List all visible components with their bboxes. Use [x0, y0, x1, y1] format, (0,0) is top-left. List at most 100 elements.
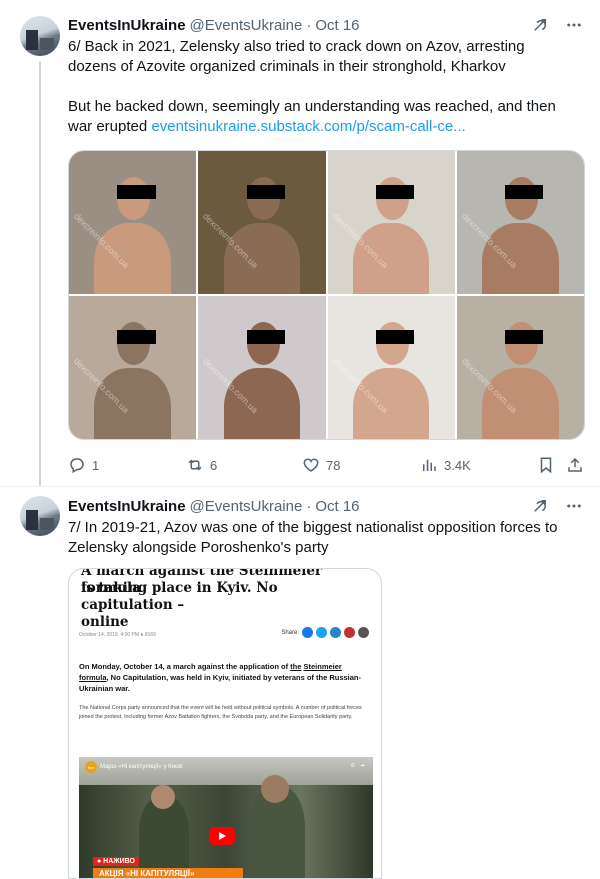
tweet-date[interactable]: Oct 16	[315, 17, 359, 34]
tweet-1[interactable]: EventsInUkraine @EventsUkraine · Oct 16 …	[0, 0, 600, 486]
grid-photo[interactable]: dexcreinfo.com.ua	[69, 151, 197, 294]
views-button[interactable]: 3.4K	[420, 456, 471, 474]
more-options-icon[interactable]	[564, 15, 584, 35]
photo-figure	[94, 222, 171, 294]
face-censor-bar	[246, 330, 285, 345]
article-title: is taking place in Kyiv. No capitulation…	[81, 580, 371, 631]
article-lead-text: On Monday, October 14, a march against t…	[79, 662, 291, 671]
tweet-text-line: dozens of Azovite organized criminals in…	[68, 58, 506, 75]
face-censor-bar	[505, 330, 544, 345]
tweet-text-line: 7/ In 2019-21, Azov was one of the bigge…	[68, 519, 558, 536]
header-separator: ·	[306, 16, 312, 34]
video-title: hro Марш «Ні капітуляції» у Києві	[85, 761, 183, 773]
grid-photo[interactable]: dexcreinfo.com.ua	[327, 296, 455, 439]
article-screenshot[interactable]: A march against the Steinmeier formula i…	[68, 568, 382, 879]
live-banner: АКЦІЯ «НІ КАПІТУЛЯЦІЇ»	[93, 868, 243, 878]
author-handle[interactable]: @EventsUkraine	[190, 498, 303, 515]
article-body: The National Corps party announced that …	[79, 705, 362, 720]
video-person	[139, 797, 189, 878]
grid-photo[interactable]: dexcreinfo.com.ua	[198, 296, 326, 439]
tweet-actions: 1 6 78 3.4K	[68, 455, 590, 475]
grid-photo[interactable]: dexcreinfo.com.ua	[456, 151, 584, 294]
more-options-icon[interactable]	[564, 496, 584, 516]
grid-photo[interactable]: dexcreinfo.com.ua	[456, 296, 584, 439]
author-avatar[interactable]	[20, 16, 60, 56]
video-person	[261, 775, 289, 803]
tweet-header: EventsInUkraine @EventsUkraine · Oct 16	[68, 496, 360, 516]
clock-icon: ⏱	[350, 763, 355, 769]
face-censor-bar	[117, 330, 156, 345]
tweet-text-line: But he backed down, seemingly an underst…	[68, 98, 556, 115]
reply-button[interactable]: 1	[68, 456, 99, 474]
like-button[interactable]: 78	[302, 456, 340, 474]
photo-figure	[482, 367, 559, 439]
repost-icon	[188, 459, 202, 471]
author-avatar[interactable]	[20, 496, 60, 536]
heart-icon	[303, 458, 319, 472]
photo-figure	[352, 222, 430, 294]
tweet-date[interactable]: Oct 16	[315, 498, 359, 515]
tweet-text-line: 6/ Back in 2021, Zelensky also tried to …	[68, 38, 525, 55]
live-tag: ● НАЖИВО	[93, 857, 139, 866]
tweet-text-line: Zelensky alongside Poroshenko's party	[68, 539, 329, 556]
embedded-video: hro Марш «Ні капітуляції» у Києві ⏱ ➦ ● …	[79, 757, 373, 878]
tweet-text-line: war erupted eventsinukraine.substack.com…	[68, 117, 568, 137]
tweet-header-icons	[530, 496, 584, 516]
share-button[interactable]	[566, 456, 584, 474]
reply-icon	[70, 458, 84, 474]
telegram-icon	[330, 627, 341, 638]
article-link[interactable]: eventsinukraine.substack.com/p/scam-call…	[151, 118, 465, 135]
photo-grid[interactable]: dexcreinfo.com.ua dexcreinfo.com.ua dexcre…	[68, 150, 585, 440]
author-name[interactable]: EventsInUkraine	[68, 498, 186, 515]
copy-link-icon	[358, 627, 369, 638]
article-meta: October 14, 2019, 4:00 PM ● 8169	[79, 632, 156, 638]
twitter-icon	[316, 627, 327, 638]
header-separator: ·	[306, 497, 312, 515]
article-share: Share:	[281, 627, 369, 638]
analytics-icon	[423, 459, 436, 471]
views-count: 3.4K	[444, 457, 471, 473]
video-controls: ⏱ ➦	[351, 763, 365, 769]
bookmark-button[interactable]	[537, 456, 555, 474]
photo-figure	[482, 222, 559, 294]
face-censor-bar	[375, 330, 415, 345]
repost-count: 6	[210, 457, 218, 473]
face-censor-bar	[375, 185, 415, 200]
face-censor-bar	[117, 185, 156, 200]
facebook-icon	[302, 627, 313, 638]
share-arrow-icon: ➦	[360, 763, 365, 769]
article-title-line: is taking place in Kyiv. No capitulation…	[81, 580, 278, 613]
channel-logo: hro	[85, 761, 97, 773]
bookmark-icon	[540, 457, 552, 474]
tweet-text: 7/ In 2019-21, Azov was one of the bigge…	[68, 518, 568, 558]
photo-figure	[352, 367, 430, 439]
grid-photo[interactable]: dexcreinfo.com.ua	[327, 151, 455, 294]
share-label: Share:	[281, 629, 299, 636]
photo-figure	[223, 367, 301, 439]
tweet-header-icons	[530, 15, 584, 35]
reply-count: 1	[92, 457, 100, 473]
video-person	[151, 785, 175, 809]
author-handle[interactable]: @EventsUkraine	[190, 17, 303, 34]
face-censor-bar	[246, 185, 285, 200]
grok-icon[interactable]	[530, 496, 550, 516]
video-title-text: Марш «Ні капітуляції» у Києві	[100, 764, 183, 770]
tweet-header: EventsInUkraine @EventsUkraine · Oct 16	[68, 15, 360, 35]
author-name[interactable]: EventsInUkraine	[68, 17, 186, 34]
photo-figure	[223, 222, 301, 294]
grid-photo[interactable]: dexcreinfo.com.ua	[69, 296, 197, 439]
article-lead-link: the	[290, 662, 302, 671]
tweet-text: 6/ Back in 2021, Zelensky also tried to …	[68, 37, 568, 137]
play-button[interactable]	[209, 827, 235, 845]
email-icon	[344, 627, 355, 638]
article-lead-text: , No Capitulation, was held in Kyiv, ini…	[79, 673, 362, 693]
like-count: 78	[326, 457, 341, 473]
tweet-text-span: war erupted	[68, 118, 152, 135]
grok-icon[interactable]	[530, 15, 550, 35]
repost-button[interactable]: 6	[186, 456, 217, 474]
grid-photo[interactable]: dexcreinfo.com.ua	[198, 151, 326, 294]
article-lead: On Monday, October 14, a march against t…	[79, 661, 371, 694]
photo-figure	[94, 367, 171, 439]
share-icon	[568, 457, 582, 472]
face-censor-bar	[505, 185, 544, 200]
